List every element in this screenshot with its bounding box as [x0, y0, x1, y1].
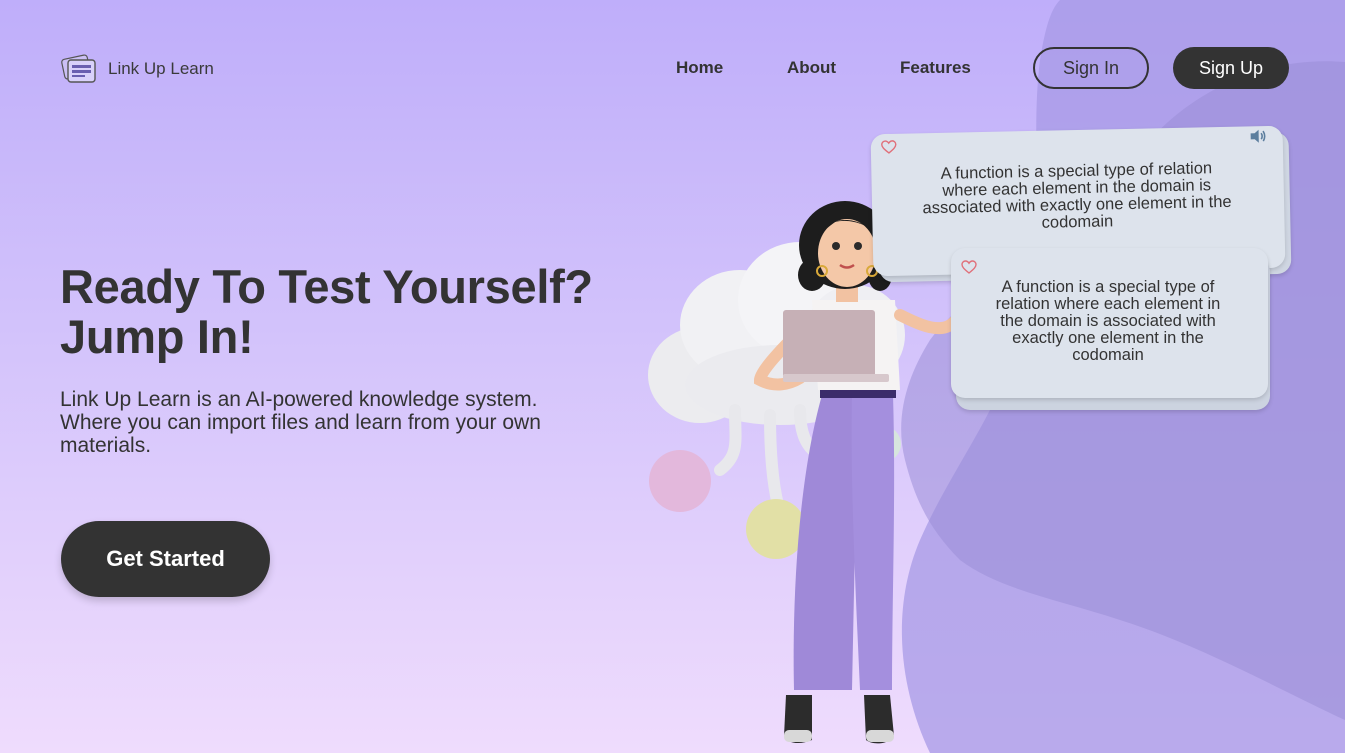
flashcard-front-text: A function is a special type of relation… — [995, 278, 1221, 364]
flashcard-back-text: A function is a special type of relation… — [922, 159, 1232, 232]
speaker-icon[interactable] — [1249, 128, 1267, 144]
yellow-node-ball — [746, 499, 806, 559]
heart-icon[interactable] — [881, 140, 897, 154]
heart-icon[interactable] — [961, 260, 977, 274]
flashcard-front[interactable]: A function is a special type of relation… — [951, 248, 1268, 398]
pink-node-ball — [649, 450, 711, 512]
